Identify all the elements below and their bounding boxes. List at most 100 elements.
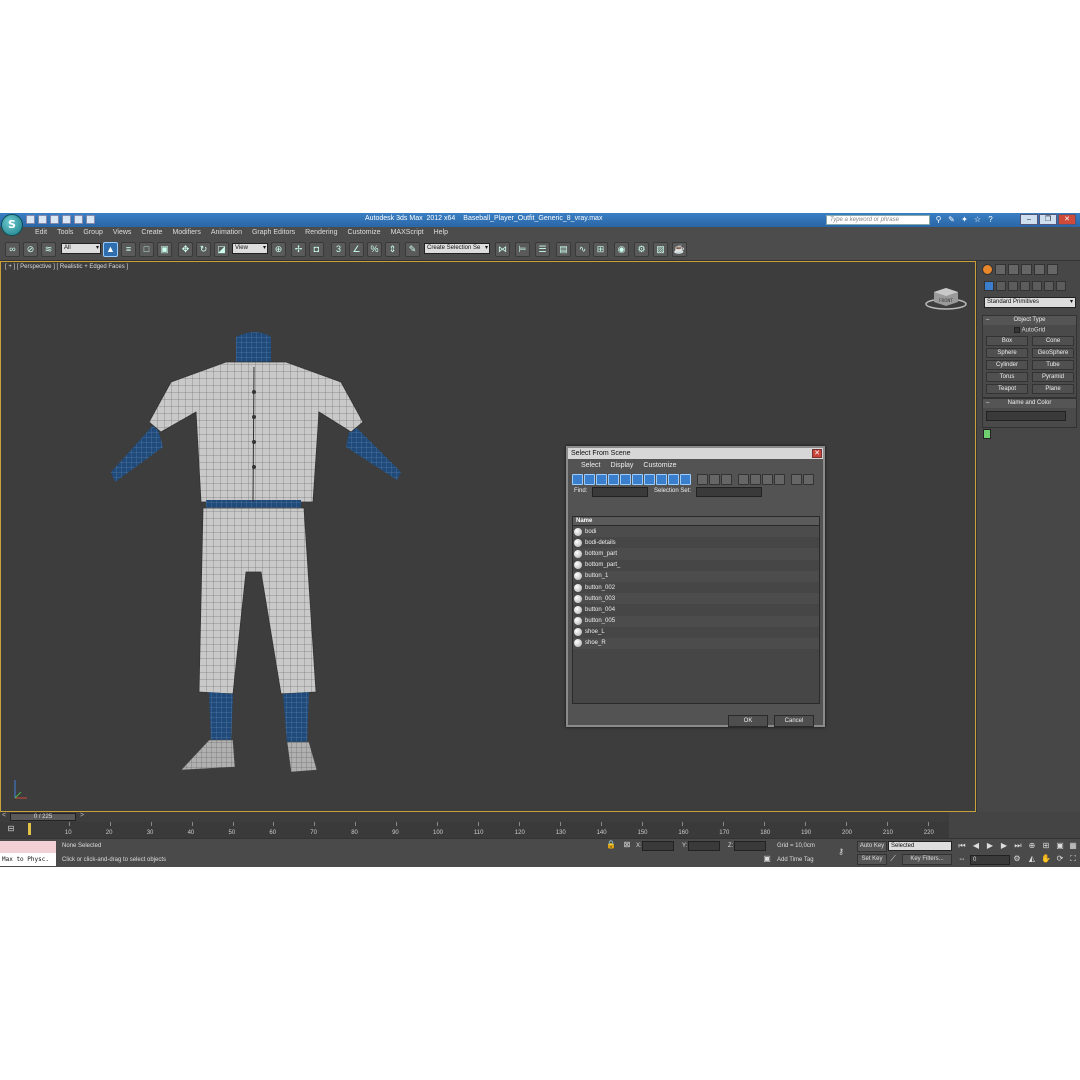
- next-frame-arrow-icon[interactable]: >: [80, 812, 84, 819]
- mini-curve-editor-icon[interactable]: ⊟: [6, 824, 16, 834]
- auto-key-button[interactable]: Auto Key: [857, 841, 887, 852]
- key-icon[interactable]: ⟋: [888, 854, 898, 864]
- key-mode-dropdown[interactable]: Selected: [888, 841, 952, 851]
- list-item[interactable]: button_002: [573, 582, 819, 593]
- utilities-tab-icon[interactable]: [1047, 264, 1058, 275]
- shapes-category-icon[interactable]: [996, 281, 1006, 291]
- menu-views[interactable]: Views: [108, 227, 137, 239]
- maximize-viewport-icon[interactable]: ⛶: [1068, 854, 1078, 864]
- list-item[interactable]: shoe_R: [573, 637, 819, 650]
- name-and-color-title[interactable]: Name and Color: [983, 399, 1076, 408]
- systems-category-icon[interactable]: [1056, 281, 1066, 291]
- select-rotate-icon[interactable]: ↻: [196, 242, 211, 257]
- box-button[interactable]: Box: [986, 335, 1028, 346]
- sphere-button[interactable]: Sphere: [986, 347, 1028, 358]
- binoculars-icon[interactable]: ⚲: [934, 215, 943, 224]
- display-all-icon[interactable]: [697, 473, 708, 485]
- bind-space-warp-icon[interactable]: ≋: [41, 242, 56, 257]
- viewport-label[interactable]: [ + ] [ Perspective ] [ Realistic + Edge…: [5, 264, 128, 270]
- display-tab-icon[interactable]: [1034, 264, 1045, 275]
- select-manipulate-icon[interactable]: ✢: [291, 242, 306, 257]
- cameras-category-icon[interactable]: [1020, 281, 1030, 291]
- dialog-menu-select[interactable]: Select: [576, 459, 605, 472]
- layer-manager-icon[interactable]: ☰: [535, 242, 550, 257]
- sync-selection-icon[interactable]: [774, 473, 785, 485]
- spinner-snap-icon[interactable]: ⇕: [385, 242, 400, 257]
- render-setup-icon[interactable]: ⚙: [634, 242, 649, 257]
- ok-button[interactable]: OK: [728, 715, 768, 727]
- zoom-extents-icon[interactable]: ▣: [1055, 841, 1065, 851]
- restore-button[interactable]: ❐: [1039, 214, 1057, 225]
- project-folder-icon[interactable]: [86, 215, 95, 224]
- display-cameras-icon[interactable]: [608, 473, 619, 485]
- select-all-icon[interactable]: [738, 473, 749, 485]
- key-filters-button[interactable]: Key Filters...: [902, 854, 952, 865]
- x-coordinate-field[interactable]: [642, 841, 674, 851]
- menu-group[interactable]: Group: [78, 227, 107, 239]
- tools-icon[interactable]: ✎: [947, 215, 956, 224]
- list-item[interactable]: shoe_L: [573, 627, 819, 638]
- render-production-icon[interactable]: ☕: [672, 242, 687, 257]
- window-crossing-icon[interactable]: ▣: [157, 242, 172, 257]
- graphite-ribbon-icon[interactable]: ▤: [556, 242, 571, 257]
- display-xrefs-icon[interactable]: [656, 473, 667, 485]
- rendered-frame-window-icon[interactable]: ▨: [653, 242, 668, 257]
- display-containers-icon[interactable]: [680, 473, 691, 485]
- pyramid-button[interactable]: Pyramid: [1032, 371, 1074, 382]
- name-column-header[interactable]: Name: [573, 517, 819, 526]
- list-item[interactable]: bodi: [573, 526, 819, 538]
- redo-icon[interactable]: [74, 215, 83, 224]
- align-icon[interactable]: ⊨: [515, 242, 530, 257]
- open-file-icon[interactable]: [38, 215, 47, 224]
- y-coordinate-field[interactable]: [688, 841, 720, 851]
- display-geometry-icon[interactable]: [572, 473, 583, 485]
- select-by-name-icon[interactable]: ≡: [121, 242, 136, 257]
- save-file-icon[interactable]: [50, 215, 59, 224]
- time-slider[interactable]: < 0 / 225 >: [0, 812, 949, 822]
- dialog-menu-customize[interactable]: Customize: [638, 459, 681, 472]
- time-configuration-icon[interactable]: ⚙: [1012, 854, 1022, 864]
- rectangular-selection-icon[interactable]: □: [139, 242, 154, 257]
- go-to-start-icon[interactable]: ⏮: [957, 841, 967, 851]
- object-color-swatch[interactable]: [983, 429, 991, 439]
- maxscript-listener[interactable]: Max to Physc.: [0, 853, 56, 866]
- z-coordinate-field[interactable]: [734, 841, 766, 851]
- application-button[interactable]: S: [1, 214, 23, 236]
- key-mode-toggle-icon[interactable]: ⇔: [957, 854, 967, 864]
- geosphere-button[interactable]: GeoSphere: [1032, 347, 1074, 358]
- menu-tools[interactable]: Tools: [52, 227, 78, 239]
- baseball-outfit-model[interactable]: [101, 322, 421, 772]
- select-move-icon[interactable]: ✥: [178, 242, 193, 257]
- help-icon[interactable]: ?: [986, 215, 995, 224]
- menu-rendering[interactable]: Rendering: [300, 227, 342, 239]
- track-bar[interactable]: ⊟ 10 20 30 40 50 60 70 80 90 100 110 120 130 140 150 16…: [0, 822, 949, 838]
- orbit-icon[interactable]: ⟳: [1055, 854, 1065, 864]
- percent-snap-icon[interactable]: %: [367, 242, 382, 257]
- angle-snap-icon[interactable]: ∠: [349, 242, 364, 257]
- menu-graph-editors[interactable]: Graph Editors: [247, 227, 300, 239]
- torus-button[interactable]: Torus: [986, 371, 1028, 382]
- cancel-button[interactable]: Cancel: [774, 715, 814, 727]
- dialog-close-button[interactable]: ✕: [812, 449, 822, 458]
- object-name-input[interactable]: [986, 411, 1066, 421]
- select-scale-icon[interactable]: ◪: [214, 242, 229, 257]
- mirror-icon[interactable]: ⋈: [495, 242, 510, 257]
- reference-coordinate-dropdown[interactable]: View: [232, 243, 268, 254]
- select-invert-icon[interactable]: [762, 473, 773, 485]
- teapot-button[interactable]: Teapot: [986, 383, 1028, 394]
- set-key-button[interactable]: Set Key: [857, 854, 887, 865]
- list-item[interactable]: bottom_part_: [573, 560, 819, 571]
- minimize-button[interactable]: –: [1020, 214, 1038, 225]
- lights-category-icon[interactable]: [1008, 281, 1018, 291]
- display-bones-icon[interactable]: [668, 473, 679, 485]
- menu-maxscript[interactable]: MAXScript: [386, 227, 429, 239]
- pivot-center-icon[interactable]: ⊕: [271, 242, 286, 257]
- link-icon[interactable]: ∞: [5, 242, 20, 257]
- list-item[interactable]: bottom_part: [573, 548, 819, 560]
- display-lights-icon[interactable]: [596, 473, 607, 485]
- field-of-view-icon[interactable]: ◭: [1027, 854, 1037, 864]
- snaps-toggle-icon[interactable]: 3: [331, 242, 346, 257]
- new-file-icon[interactable]: [26, 215, 35, 224]
- play-icon[interactable]: ▶: [985, 841, 995, 851]
- schematic-view-icon[interactable]: ⊞: [593, 242, 608, 257]
